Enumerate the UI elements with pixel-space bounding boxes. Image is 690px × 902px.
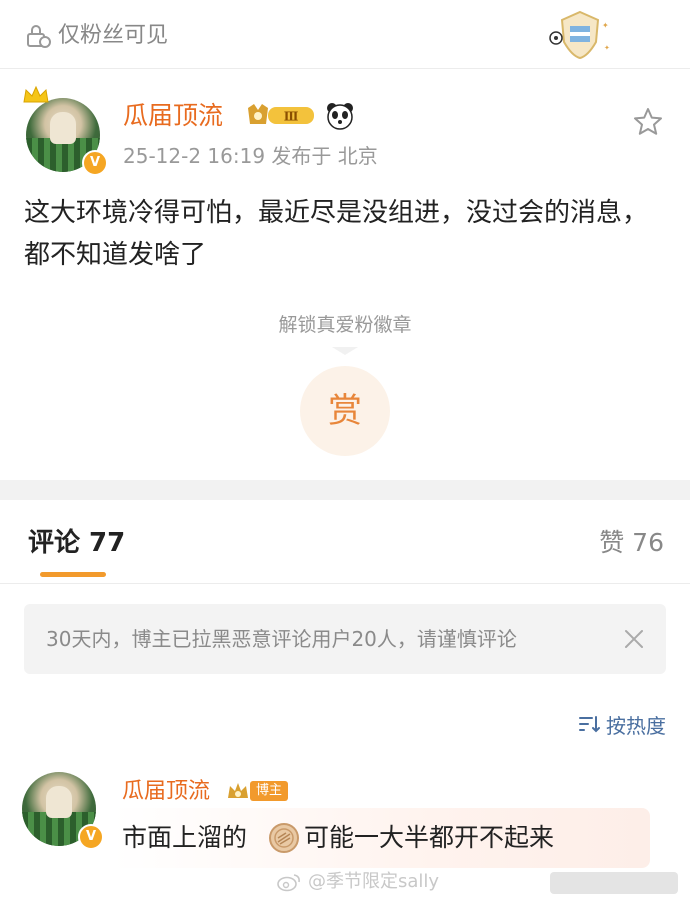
verified-badge: V — [82, 150, 108, 176]
coin-emoji-icon — [269, 823, 299, 853]
avatar-figure — [50, 112, 76, 144]
crown-icon — [23, 85, 49, 103]
membership-level-badge: Ⅲ — [248, 104, 314, 124]
active-tab-indicator — [40, 572, 106, 577]
sort-by-hot-button[interactable]: 按热度 — [578, 708, 666, 740]
watermark-text: @季节限定sally — [308, 871, 440, 892]
comment-text-part2: 可能一大半都开不起来 — [304, 823, 555, 852]
visibility-bar: 仅粉丝可见 ✦ ✦ — [0, 0, 690, 69]
comment-text-part1: 市面上溜的 — [122, 823, 248, 852]
comment-verified-badge: V — [78, 824, 104, 850]
svg-text:✦: ✦ — [604, 44, 610, 52]
section-divider — [0, 480, 690, 500]
notice-text: 30天内，博主已拉黑恶意评论用户20人，请谨慎评论 — [46, 627, 517, 651]
panda-icon — [327, 103, 353, 130]
lock-icon — [27, 25, 51, 48]
watermark: @季节限定sally — [276, 868, 439, 896]
favorite-star-icon[interactable] — [632, 106, 664, 138]
post-content: 这大环境冷得可怕，最近尽是没组进，没过会的消息，都不知道发啥了 — [24, 198, 649, 270]
comment-notice-banner: 30天内，博主已拉黑恶意评论用户20人，请谨慎评论 — [24, 604, 666, 674]
sort-label: 按热度 — [606, 713, 666, 738]
comment-author-name[interactable]: 瓜届顶流 — [122, 776, 210, 808]
comment-level-crown-icon — [228, 783, 248, 798]
tab-comments[interactable]: 评论 77 — [28, 524, 125, 562]
weibo-logo-icon — [277, 874, 300, 892]
tip-arrow-icon — [332, 347, 358, 355]
svg-text:✦: ✦ — [602, 21, 609, 30]
weibo-post-page: 仅粉丝可见 ✦ ✦ V 瓜届顶流 Ⅲ 25-12-2 16:19 发布于 北京 … — [0, 0, 690, 902]
reward-button[interactable]: 赏 — [300, 366, 390, 456]
close-icon[interactable] — [622, 627, 646, 651]
sort-icon — [579, 716, 600, 733]
post-author-avatar-wrap[interactable]: V — [22, 84, 108, 176]
decorative-badge-icon: ✦ ✦ — [549, 10, 610, 60]
comment-avatar-figure — [46, 786, 72, 818]
post-time-location: 25-12-2 16:19 发布于 北京 — [123, 144, 378, 168]
tab-likes[interactable]: 赞 76 — [599, 524, 664, 562]
author-badge: 博主 — [250, 781, 289, 801]
visibility-label: 仅粉丝可见 — [58, 23, 169, 48]
unlock-fan-badge-label[interactable]: 解锁真爱粉徽章 — [0, 310, 690, 337]
blurred-region — [550, 872, 678, 894]
tabs-divider — [0, 583, 690, 584]
comment-author-avatar-wrap[interactable]: V — [22, 772, 104, 852]
post-author-name[interactable]: 瓜届顶流 — [123, 98, 223, 134]
level-badge-text: Ⅲ — [284, 110, 299, 124]
